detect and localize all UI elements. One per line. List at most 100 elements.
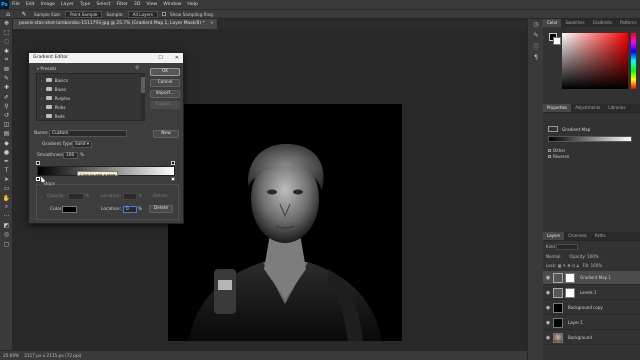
menu-edit[interactable]: Edit bbox=[23, 2, 38, 7]
info-icon[interactable]: ⓘ bbox=[528, 41, 544, 52]
color-swatches-icon[interactable]: ◩ bbox=[0, 221, 13, 230]
marquee-tool-icon[interactable]: ⬚ bbox=[0, 28, 13, 37]
lasso-tool-icon[interactable]: ◌ bbox=[0, 37, 13, 46]
close-tab-icon[interactable]: × bbox=[210, 19, 214, 29]
preset-folder[interactable]: › Purples bbox=[41, 94, 70, 102]
layer-row[interactable]: ◉ Layer 1 bbox=[543, 316, 640, 330]
healing-brush-icon[interactable]: ✚ bbox=[0, 83, 13, 92]
hue-slider[interactable] bbox=[631, 33, 636, 89]
crop-tool-icon[interactable]: ⌗ bbox=[0, 56, 13, 65]
dialog-titlebar[interactable]: Gradient Editor ☐ ✕ bbox=[29, 53, 183, 63]
document-tab[interactable]: pexels-stas-shot-lambombo-1511793.jpg @ … bbox=[13, 19, 217, 29]
preset-folder[interactable]: › Blues bbox=[41, 85, 66, 93]
menu-select[interactable]: Select bbox=[93, 2, 113, 7]
lock-icons[interactable]: ▦ ✎ ✥ ⊡ 🔒︎ bbox=[558, 263, 579, 268]
type-tool-icon[interactable]: T bbox=[0, 166, 13, 175]
delete-stop-button[interactable]: Delete bbox=[149, 205, 173, 213]
zoom-level[interactable]: 25.69% bbox=[3, 353, 19, 358]
gradient-name-input[interactable]: Custom bbox=[49, 130, 127, 137]
tab-color[interactable]: Color bbox=[543, 19, 562, 27]
ok-button[interactable]: OK bbox=[150, 68, 180, 76]
stop-color-swatch[interactable] bbox=[62, 206, 77, 213]
eye-icon[interactable]: ◉ bbox=[543, 320, 553, 326]
export-button[interactable]: Export... bbox=[150, 101, 180, 109]
new-button[interactable]: New bbox=[153, 130, 179, 138]
quick-mask-icon[interactable]: ◎ bbox=[0, 230, 13, 239]
pen-tool-icon[interactable]: ✒ bbox=[0, 157, 13, 166]
menu-view[interactable]: View bbox=[143, 2, 160, 7]
preset-folder[interactable]: › Basics bbox=[41, 76, 68, 84]
menu-help[interactable]: Help bbox=[184, 2, 200, 7]
home-icon[interactable]: ⌂ bbox=[2, 11, 14, 18]
menu-image[interactable]: Image bbox=[38, 2, 58, 7]
frame-tool-icon[interactable]: ⊠ bbox=[0, 65, 13, 74]
rectangle-tool-icon[interactable]: ▭ bbox=[0, 184, 13, 193]
tab-channels[interactable]: Channels bbox=[564, 232, 591, 240]
history-icon[interactable]: ◷ bbox=[528, 19, 544, 30]
opacity-stop-left[interactable] bbox=[36, 161, 40, 165]
screen-mode-icon[interactable]: ▢ bbox=[0, 240, 13, 249]
presets-header[interactable]: ▾ Presets bbox=[37, 66, 56, 72]
tab-paths[interactable]: Paths bbox=[591, 232, 610, 240]
layer-row[interactable]: ◉ Background bbox=[543, 331, 640, 345]
import-button[interactable]: Import... bbox=[150, 90, 180, 98]
reverse-checkbox[interactable]: Reverse bbox=[548, 154, 569, 159]
gear-icon[interactable]: ⚙ bbox=[135, 65, 139, 71]
gradient-type-select[interactable]: Solid ▾ bbox=[72, 141, 92, 148]
sample-size-select[interactable]: Point Sample bbox=[65, 10, 103, 18]
gradient-map-preview[interactable] bbox=[548, 136, 632, 142]
tab-gradients[interactable]: Gradients bbox=[589, 19, 617, 27]
tab-libraries[interactable]: Libraries bbox=[604, 104, 629, 112]
opacity-value[interactable]: 100% bbox=[587, 254, 598, 259]
close-icon[interactable]: ✕ bbox=[175, 53, 179, 63]
tab-swatches[interactable]: Swatches bbox=[561, 19, 588, 27]
path-select-icon[interactable]: ➤ bbox=[0, 175, 13, 184]
tab-layers[interactable]: Layers bbox=[543, 232, 565, 240]
preset-folder[interactable]: › Reds bbox=[41, 112, 65, 120]
clone-stamp-icon[interactable]: ⚲ bbox=[0, 102, 13, 111]
stop-color-location-input[interactable]: 0 bbox=[123, 206, 137, 213]
menu-3d[interactable]: 3D bbox=[131, 2, 143, 7]
maximize-icon[interactable]: ☐ bbox=[158, 53, 162, 63]
eye-icon[interactable]: ◉ bbox=[543, 290, 553, 296]
zoom-tool-icon[interactable]: ⌕ bbox=[0, 203, 13, 212]
layer-row[interactable]: ◉ Gradient Map 1 bbox=[543, 271, 640, 285]
menu-layer[interactable]: Layer bbox=[58, 2, 77, 7]
eye-icon[interactable]: ◉ bbox=[543, 305, 553, 311]
menu-filter[interactable]: Filter bbox=[114, 2, 131, 7]
layer-filter-icons[interactable] bbox=[556, 244, 579, 250]
blur-tool-icon[interactable]: ◆ bbox=[0, 138, 13, 147]
menu-file[interactable]: File bbox=[9, 2, 23, 7]
show-sampling-ring-checkbox[interactable] bbox=[162, 12, 166, 16]
layer-kind-filter[interactable]: Kind bbox=[546, 244, 555, 249]
smoothness-input[interactable]: 100 bbox=[63, 152, 78, 159]
cancel-button[interactable]: Cancel bbox=[150, 79, 180, 87]
presets-scrollbar[interactable] bbox=[141, 75, 145, 120]
tab-patterns[interactable]: Patterns bbox=[616, 19, 640, 27]
background-color-swatch[interactable] bbox=[553, 37, 561, 45]
eye-icon[interactable]: ◉ bbox=[543, 335, 553, 341]
quick-select-tool-icon[interactable]: ✱ bbox=[0, 47, 13, 56]
preset-folder[interactable]: › Pinks bbox=[41, 103, 65, 111]
menu-window[interactable]: Window bbox=[160, 2, 184, 7]
move-tool-icon[interactable]: ✥ bbox=[0, 19, 13, 28]
color-stop-white[interactable] bbox=[171, 177, 175, 181]
more-tools-icon[interactable]: ··· bbox=[0, 212, 13, 221]
scrollbar-thumb[interactable] bbox=[141, 77, 145, 93]
eyedropper-icon[interactable]: ✎ bbox=[0, 74, 13, 83]
sample-select[interactable]: All Layers bbox=[127, 10, 158, 18]
eraser-tool-icon[interactable]: ◫ bbox=[0, 120, 13, 129]
tab-adjustments[interactable]: Adjustments bbox=[571, 104, 604, 112]
brush-settings-icon[interactable]: ✎ bbox=[528, 30, 544, 41]
eye-icon[interactable]: ◉ bbox=[543, 275, 553, 281]
history-brush-icon[interactable]: ↺ bbox=[0, 111, 13, 120]
opacity-stop-right[interactable] bbox=[171, 161, 175, 165]
color-picker-field[interactable] bbox=[562, 33, 628, 89]
layer-row[interactable]: ◉ Levels 1 bbox=[543, 286, 640, 300]
brush-tool-icon[interactable]: ✐ bbox=[0, 93, 13, 102]
blend-mode-select[interactable]: Normal bbox=[546, 254, 560, 259]
canvas-image[interactable] bbox=[168, 104, 402, 341]
dodge-tool-icon[interactable]: ● bbox=[0, 148, 13, 157]
dither-checkbox[interactable]: Dither bbox=[548, 148, 565, 153]
layer-row[interactable]: ◉ Background copy bbox=[543, 301, 640, 315]
